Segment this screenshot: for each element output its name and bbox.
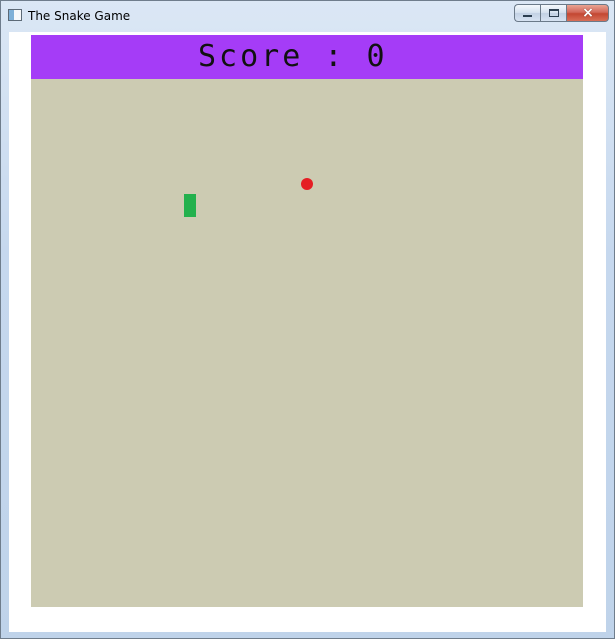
close-button[interactable]: × — [566, 4, 609, 22]
window-app-icon — [8, 9, 22, 21]
snake-head — [184, 194, 196, 217]
title-bar[interactable]: The Snake Game × — [1, 1, 614, 31]
minimize-button[interactable] — [514, 4, 540, 22]
window-controls: × — [514, 4, 609, 22]
window-title: The Snake Game — [28, 9, 131, 23]
minimize-icon — [523, 15, 532, 17]
score-bar: Score : 0 — [31, 35, 583, 79]
game-window: The Snake Game × Score : 0 — [0, 0, 615, 639]
close-icon: × — [582, 5, 594, 21]
client-area: Score : 0 — [9, 32, 606, 632]
maximize-icon — [549, 9, 559, 17]
maximize-button[interactable] — [540, 4, 566, 22]
game-board[interactable] — [31, 79, 583, 607]
food-item — [301, 178, 313, 190]
score-label: Score : 0 — [198, 39, 388, 74]
